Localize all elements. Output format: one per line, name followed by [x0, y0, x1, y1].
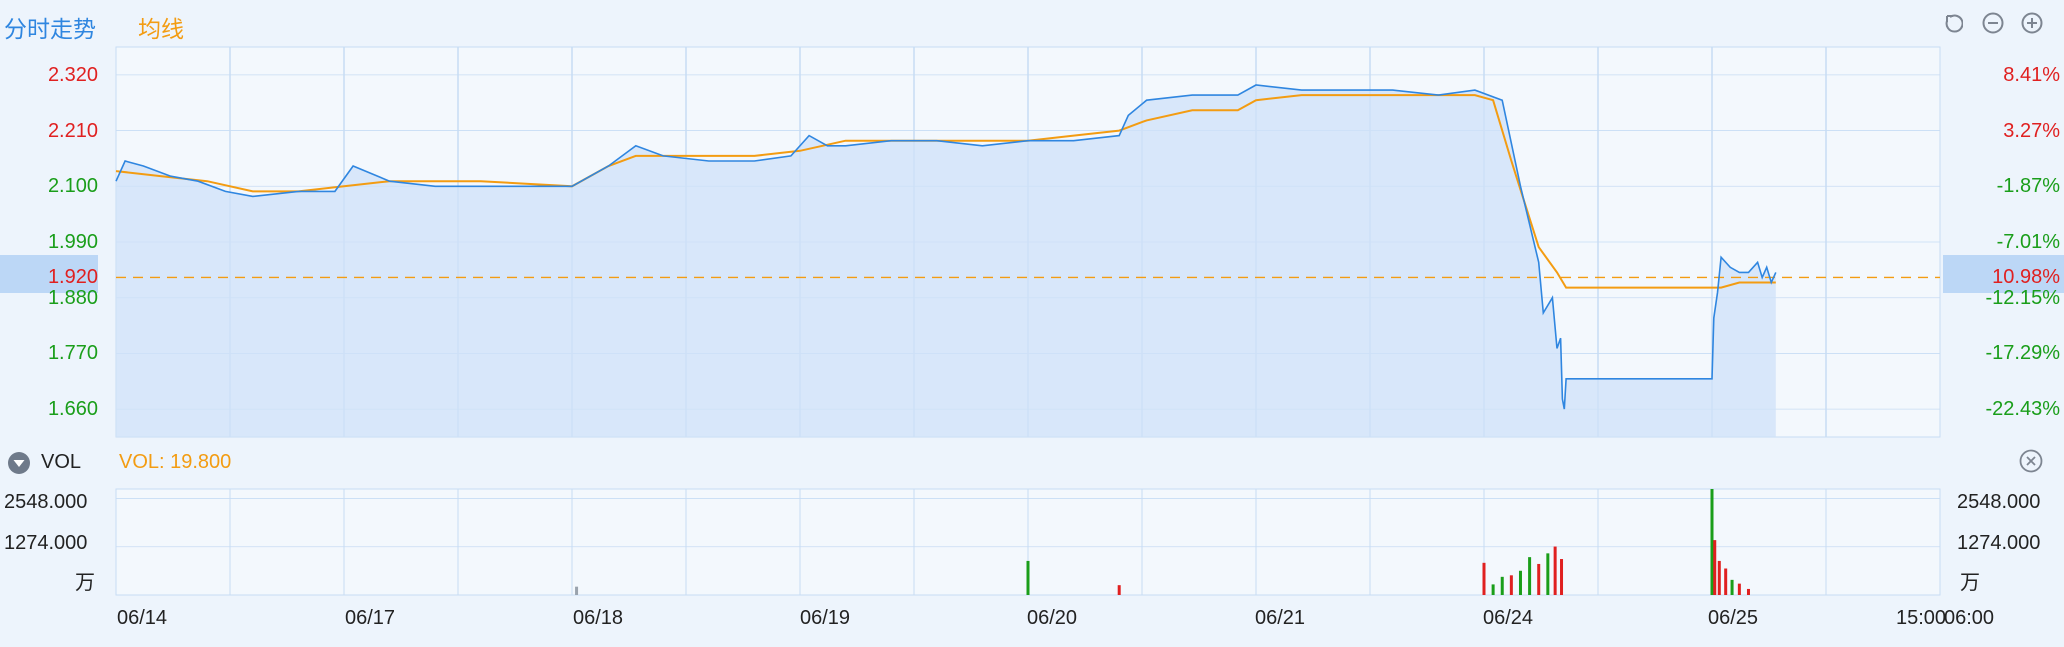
volume-bar [1730, 579, 1734, 595]
volume-bar [1500, 576, 1504, 595]
volume-bar [1553, 546, 1557, 595]
x-tick-label: 06/25 [1708, 607, 1759, 629]
volume-bar [1737, 583, 1741, 595]
x-tick-label: 06/19 [800, 607, 851, 629]
x-tick-label: 06/17 [345, 607, 396, 629]
volume-bar [1710, 489, 1714, 595]
x-tick-label: 06/18 [573, 607, 624, 629]
volume-bar [1117, 585, 1121, 595]
volume-tick-left: 2548.000 [4, 491, 88, 513]
volume-bar [1491, 584, 1495, 595]
volume-chart[interactable] [0, 0, 2064, 647]
volume-bar [575, 586, 579, 595]
volume-unit-right: 万 [1960, 572, 1980, 594]
volume-tick-right: 2548.000 [1957, 491, 2041, 513]
volume-unit-left: 万 [75, 572, 95, 594]
volume-tick-left: 1274.000 [4, 532, 88, 554]
volume-bar [1528, 557, 1532, 595]
volume-bar [1518, 570, 1522, 595]
volume-bar [1713, 540, 1717, 595]
x-tick-label: 06/21 [1255, 607, 1306, 629]
volume-tick-right: 1274.000 [1957, 532, 2041, 554]
x-tick-label: 15:00 [1896, 607, 1947, 629]
volume-bar [1546, 553, 1550, 595]
x-tick-label: 06/14 [117, 607, 168, 629]
x-tick-label: 06:00 [1944, 607, 1995, 629]
volume-bar [1026, 560, 1030, 595]
x-tick-label: 06/20 [1027, 607, 1078, 629]
volume-bar [1482, 562, 1486, 595]
volume-bar [1509, 575, 1513, 595]
volume-bar [1717, 560, 1721, 595]
volume-bar [1537, 563, 1541, 595]
volume-bar [1724, 568, 1728, 595]
volume-bar [1560, 559, 1564, 595]
x-tick-label: 06/24 [1483, 607, 1534, 629]
volume-bar [1746, 588, 1750, 595]
